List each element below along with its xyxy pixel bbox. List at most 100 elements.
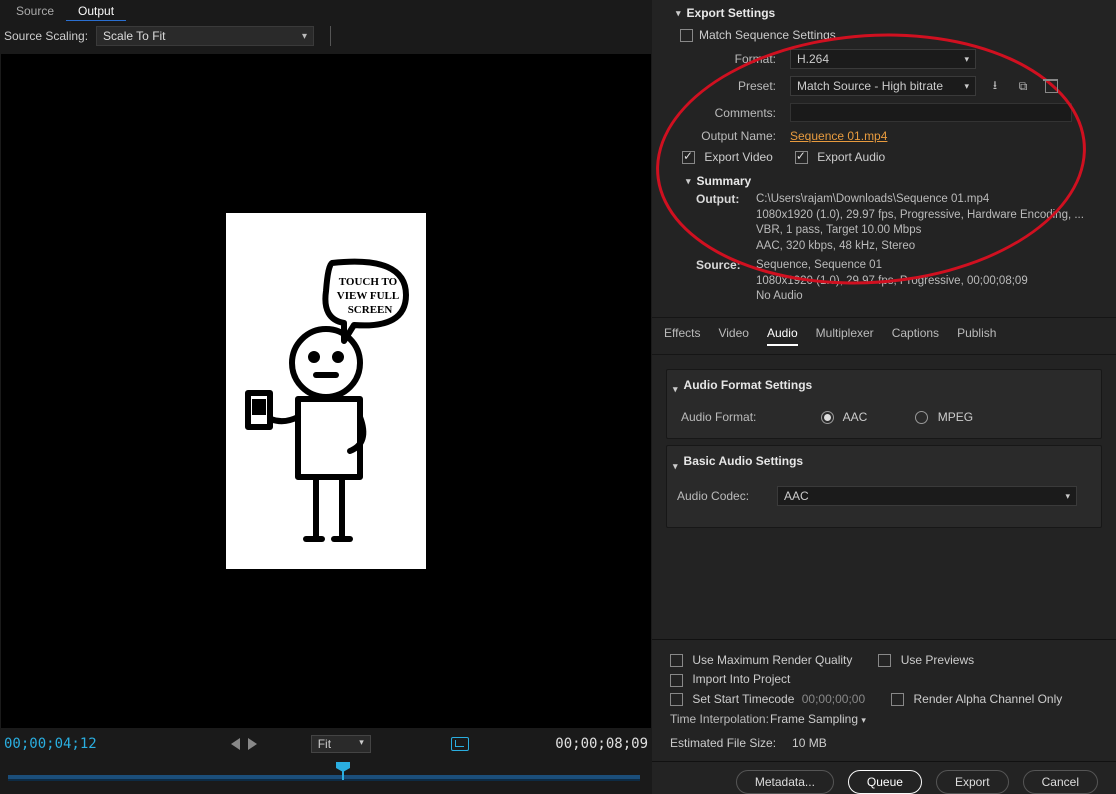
export-audio-checkbox[interactable] xyxy=(795,151,808,164)
audio-codec-dropdown[interactable]: AAC ▾ xyxy=(777,486,1077,506)
current-timecode[interactable]: 00;00;04;12 xyxy=(4,736,97,752)
twisty-icon[interactable]: ▾ xyxy=(673,384,678,395)
audio-format-label: Audio Format: xyxy=(681,410,773,424)
output-name-link[interactable]: Sequence 01.mp4 xyxy=(790,129,887,143)
timeline[interactable] xyxy=(4,768,648,786)
cancel-button[interactable]: Cancel xyxy=(1023,770,1098,794)
audio-format-aac-radio[interactable] xyxy=(821,411,834,424)
time-interp-value: Frame Sampling xyxy=(770,712,858,726)
audio-codec-label: Audio Codec: xyxy=(677,489,763,503)
summary-source-label: Source: xyxy=(696,258,756,305)
use-previews-label: Use Previews xyxy=(901,653,974,667)
source-range-icon[interactable] xyxy=(451,737,469,751)
source-output-tabs: Source Output xyxy=(0,0,652,22)
max-render-checkbox[interactable] xyxy=(670,654,683,667)
audio-codec-value: AAC xyxy=(784,489,809,503)
export-button[interactable]: Export xyxy=(936,770,1009,794)
export-video-checkbox[interactable] xyxy=(682,151,695,164)
preset-label: Preset: xyxy=(676,79,776,93)
time-interp-dropdown[interactable]: Frame Sampling ▾ xyxy=(770,712,970,726)
audio-format-title: Audio Format Settings xyxy=(684,378,813,392)
audio-format-mpeg-label: MPEG xyxy=(938,410,973,424)
chevron-down-icon: ▾ xyxy=(964,81,969,92)
preview-viewport[interactable]: TOUCH TO VIEW FULL SCREEN xyxy=(1,54,651,728)
chevron-down-icon: ▾ xyxy=(861,715,866,725)
chevron-down-icon: ▾ xyxy=(302,31,307,42)
export-settings-panel: ▾ Export Settings Match Sequence Setting… xyxy=(652,0,1116,318)
time-interp-label: Time Interpolation: xyxy=(670,712,770,726)
transport-bar: 00;00;04;12 Fit ▾ 00;00;08;09 xyxy=(0,728,652,794)
step-forward-button[interactable] xyxy=(248,738,257,750)
audio-format-aac-label: AAC xyxy=(843,410,868,424)
svg-text:TOUCH TO: TOUCH TO xyxy=(339,276,398,288)
output-name-label: Output Name: xyxy=(676,129,776,143)
match-sequence-checkbox[interactable] xyxy=(680,29,693,42)
basic-audio-title: Basic Audio Settings xyxy=(684,454,804,468)
render-alpha-label: Render Alpha Channel Only xyxy=(913,692,1062,706)
source-scaling-label: Source Scaling: xyxy=(4,29,88,43)
bottom-options: Use Maximum Render Quality Use Previews … xyxy=(652,639,1116,761)
queue-button[interactable]: Queue xyxy=(848,770,922,794)
preset-value: Match Source - High bitrate xyxy=(797,79,943,93)
set-start-tc-checkbox[interactable] xyxy=(670,693,683,706)
svg-text:SCREEN: SCREEN xyxy=(348,304,393,316)
render-alpha-checkbox[interactable] xyxy=(891,693,904,706)
source-scaling-value: Scale To Fit xyxy=(103,29,165,43)
source-scaling-dropdown[interactable]: Scale To Fit ▾ xyxy=(96,26,314,46)
chevron-down-icon: ▾ xyxy=(359,737,364,751)
comments-input[interactable] xyxy=(790,103,1072,122)
save-preset-icon[interactable]: ⭳ xyxy=(986,77,1004,95)
zoom-fit-dropdown[interactable]: Fit ▾ xyxy=(311,735,371,753)
summary-title: Summary xyxy=(697,174,752,188)
chevron-down-icon: ▾ xyxy=(1065,491,1070,502)
summary-source-value: Sequence, Sequence 01 1080x1920 (1.0), 2… xyxy=(756,258,1028,305)
settings-tabbar: Effects Video Audio Multiplexer Captions… xyxy=(652,318,1116,355)
max-render-label: Use Maximum Render Quality xyxy=(692,653,852,667)
tab-video[interactable]: Video xyxy=(718,326,748,346)
preview-frame: TOUCH TO VIEW FULL SCREEN xyxy=(226,213,426,569)
delete-preset-icon[interactable] xyxy=(1042,77,1060,95)
duration-timecode: 00;00;08;09 xyxy=(555,736,648,752)
metadata-button[interactable]: Metadata... xyxy=(736,770,834,794)
step-back-button[interactable] xyxy=(231,738,240,750)
basic-audio-settings-panel: ▾ Basic Audio Settings Audio Codec: AAC … xyxy=(666,445,1102,528)
preset-dropdown[interactable]: Match Source - High bitrate ▾ xyxy=(790,76,976,96)
tab-multiplexer[interactable]: Multiplexer xyxy=(816,326,874,346)
import-project-checkbox[interactable] xyxy=(670,674,683,687)
chevron-down-icon: ▾ xyxy=(964,54,969,65)
format-value: H.264 xyxy=(797,52,829,66)
twisty-icon[interactable]: ▾ xyxy=(686,176,691,187)
import-preset-icon[interactable]: ⧉ xyxy=(1014,77,1032,95)
preview-panel: Source Output Source Scaling: Scale To F… xyxy=(0,0,652,794)
est-size-label: Estimated File Size: xyxy=(670,736,776,750)
playhead[interactable] xyxy=(336,762,350,776)
divider xyxy=(330,26,331,46)
start-tc-value[interactable]: 00;00;00;00 xyxy=(802,692,865,706)
twisty-icon[interactable]: ▾ xyxy=(673,461,678,472)
format-label: Format: xyxy=(676,52,776,66)
export-audio-label: Export Audio xyxy=(817,150,885,164)
tab-output[interactable]: Output xyxy=(66,2,126,21)
tab-captions[interactable]: Captions xyxy=(892,326,939,346)
use-previews-checkbox[interactable] xyxy=(878,654,891,667)
audio-format-settings-panel: ▾ Audio Format Settings Audio Format: AA… xyxy=(666,369,1102,439)
export-video-label: Export Video xyxy=(704,150,773,164)
export-settings-title: Export Settings xyxy=(687,6,776,20)
est-size-value: 10 MB xyxy=(792,736,827,750)
tab-audio[interactable]: Audio xyxy=(767,326,798,346)
set-start-tc-label: Set Start Timecode xyxy=(692,692,794,706)
svg-text:VIEW FULL: VIEW FULL xyxy=(337,290,399,302)
audio-format-mpeg-radio[interactable] xyxy=(915,411,928,424)
twisty-icon[interactable]: ▾ xyxy=(676,8,681,19)
tab-publish[interactable]: Publish xyxy=(957,326,996,346)
comments-label: Comments: xyxy=(676,106,776,120)
import-project-label: Import Into Project xyxy=(692,672,790,686)
summary-output-label: Output: xyxy=(696,192,756,254)
tab-effects[interactable]: Effects xyxy=(664,326,700,346)
tab-source[interactable]: Source xyxy=(4,2,66,20)
format-dropdown[interactable]: H.264 ▾ xyxy=(790,49,976,69)
match-sequence-label: Match Sequence Settings xyxy=(699,28,836,42)
zoom-fit-value: Fit xyxy=(318,737,331,751)
footer-buttons: Metadata... Queue Export Cancel xyxy=(652,761,1116,794)
summary-output-value: C:\Users\rajam\Downloads\Sequence 01.mp4… xyxy=(756,192,1084,254)
